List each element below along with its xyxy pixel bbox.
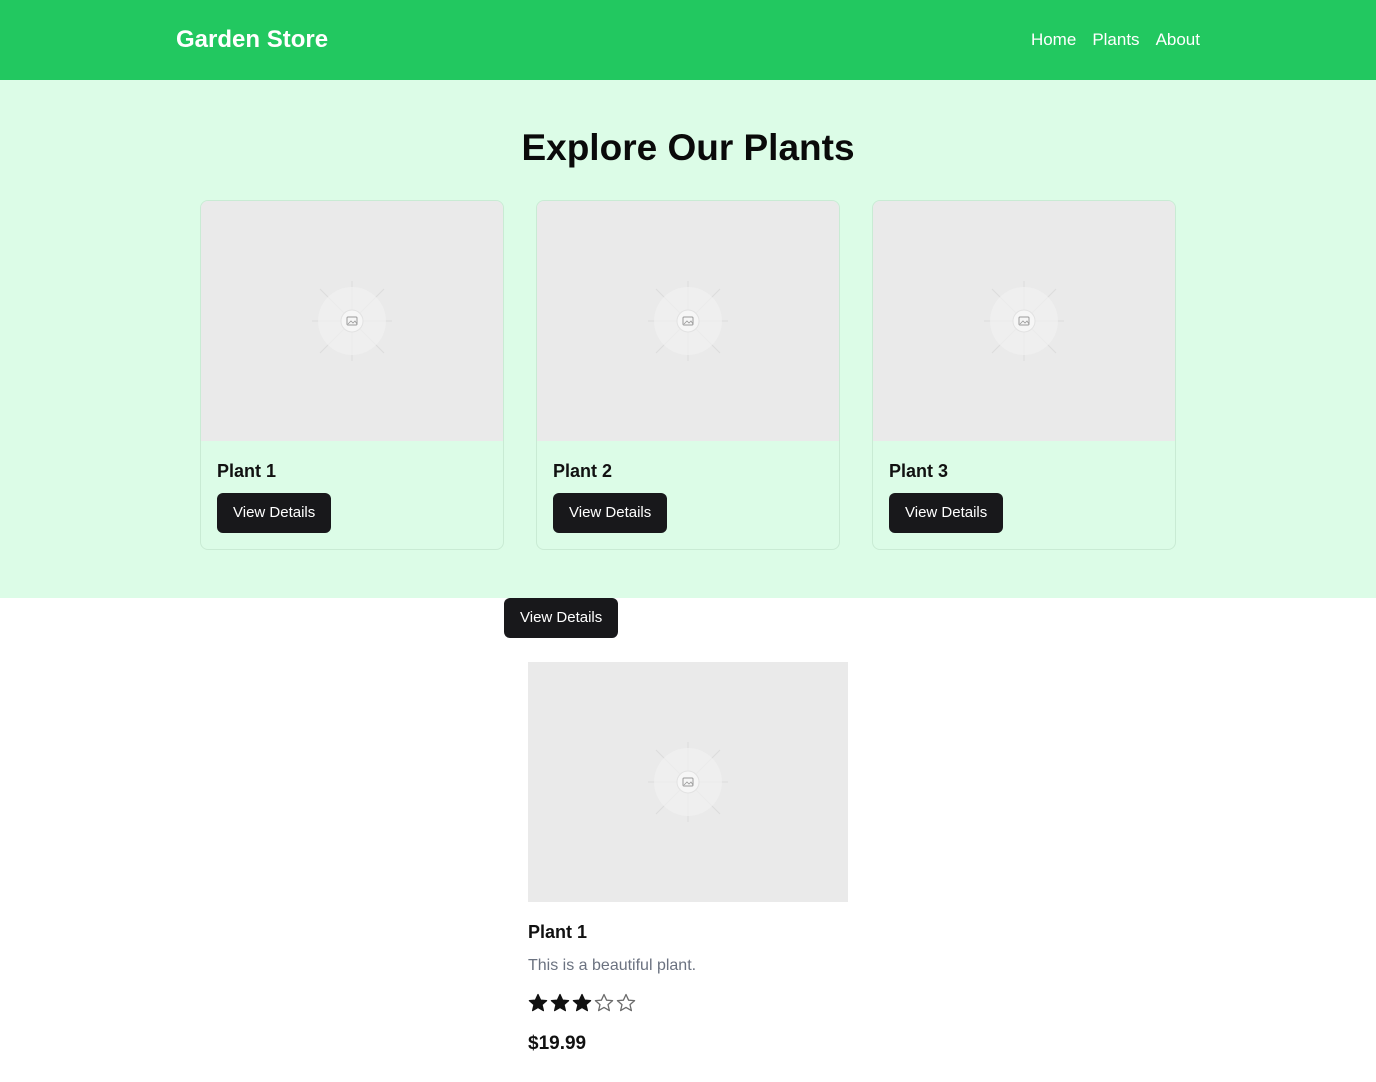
plant-card-title: Plant 1: [217, 461, 277, 481]
nav-link-home[interactable]: Home: [1031, 28, 1076, 52]
view-details-button[interactable]: View Details: [504, 598, 619, 638]
brand-logo[interactable]: Garden Store: [176, 24, 328, 56]
star-empty-icon: [616, 993, 636, 1012]
nav-link-about[interactable]: About: [1156, 28, 1200, 52]
plant-price: $19.99: [528, 1033, 587, 1054]
plant-detail-title: Plant 1: [528, 922, 588, 942]
star-empty-icon: [594, 993, 614, 1012]
view-details-button[interactable]: View Details: [889, 493, 1004, 533]
image-placeholder-icon: [312, 281, 392, 361]
star-rating: [528, 993, 636, 1013]
main-nav: Home Plants About: [1031, 28, 1200, 52]
view-details-button[interactable]: View Details: [217, 493, 332, 533]
plant-image: [873, 201, 1175, 441]
plant-card: Plant 2 View Details: [536, 200, 840, 550]
plant-card: Plant 3 View Details: [872, 200, 1176, 550]
plant-card-title: Plant 3: [889, 461, 949, 481]
view-details-button[interactable]: View Details: [553, 493, 668, 533]
nav-link-plants[interactable]: Plants: [1092, 28, 1139, 52]
plant-detail-image: [528, 662, 848, 902]
image-placeholder-icon: [984, 281, 1064, 361]
plant-image: [537, 201, 839, 441]
plant-detail-description: This is a beautiful plant.: [528, 957, 697, 974]
site-header: Garden Store Home Plants About: [0, 0, 1376, 80]
hero-section: Explore Our Plants Plant 1 View Details: [0, 80, 1376, 598]
plant-card: Plant 1 View Details: [200, 200, 504, 550]
page-title: Explore Our Plants: [521, 127, 855, 168]
star-filled-icon: [550, 993, 570, 1012]
star-filled-icon: [528, 993, 548, 1012]
plant-card-title: Plant 2: [553, 461, 613, 481]
star-filled-icon: [572, 993, 592, 1012]
image-placeholder-icon: [648, 742, 728, 822]
image-placeholder-icon: [648, 281, 728, 361]
plant-image: [201, 201, 503, 441]
